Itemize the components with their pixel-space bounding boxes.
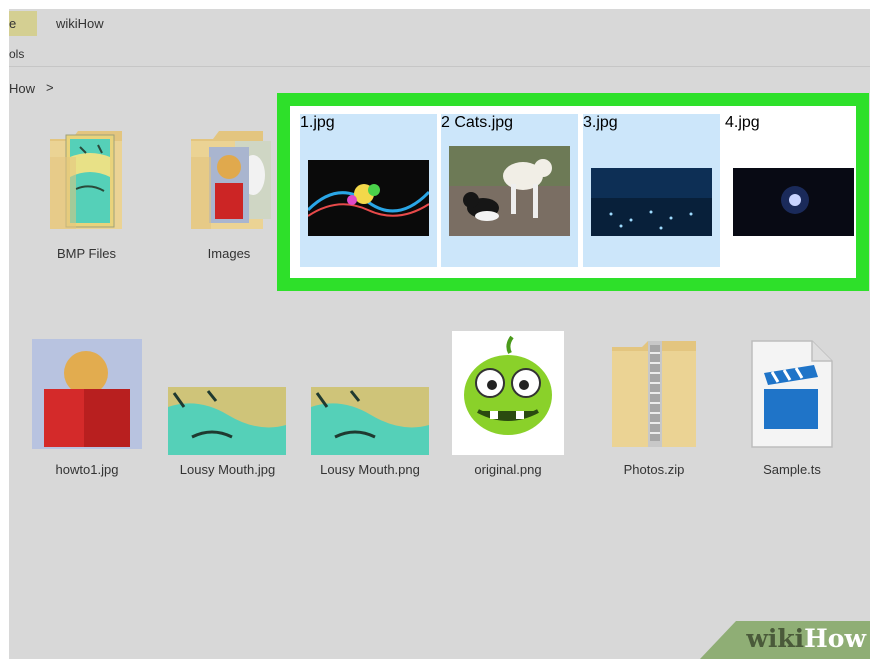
image-thumbnail	[449, 146, 570, 236]
folder-with-images-icon	[191, 131, 271, 229]
file-label: 3.jpg	[583, 114, 618, 131]
video-file-icon	[751, 340, 833, 448]
file-tile-2-cats-jpg[interactable]: 2 Cats.jpg	[441, 114, 578, 267]
folder-with-images-icon	[50, 131, 122, 229]
file-howto1-jpg[interactable]: howto1.jpg	[27, 339, 147, 489]
file-tile-1-jpg[interactable]: 1.jpg	[300, 114, 437, 267]
breadcrumb-separator[interactable]: >	[46, 80, 54, 95]
image-thumbnail	[32, 339, 142, 449]
watermark-part-how: How	[804, 624, 866, 653]
file-label: 1.jpg	[300, 114, 335, 131]
file-label: Lousy Mouth.jpg	[179, 462, 276, 477]
wikihow-watermark: wikiHow	[700, 621, 870, 659]
file-label: howto1.jpg	[55, 462, 119, 477]
file-label: original.png	[474, 462, 542, 477]
file-explorer-window: e wikiHow ols How > BMP Files Images 1.j…	[9, 9, 870, 659]
ribbon-tab-file[interactable]: e	[9, 11, 37, 36]
watermark-part-wiki: wiki	[746, 624, 805, 653]
file-photos-zip[interactable]: Photos.zip	[599, 339, 709, 489]
image-thumbnail	[591, 168, 712, 236]
file-tile-4-jpg[interactable]: 4.jpg	[725, 114, 862, 267]
file-original-png[interactable]: original.png	[449, 331, 567, 489]
file-label: 2 Cats.jpg	[441, 114, 514, 131]
file-lousy-mouth-jpg[interactable]: Lousy Mouth.jpg	[165, 339, 290, 489]
image-thumbnail	[311, 387, 429, 455]
ribbon-tab-label: e	[9, 16, 17, 31]
image-thumbnail	[308, 160, 429, 236]
file-sample-ts[interactable]: Sample.ts	[747, 339, 837, 489]
image-thumbnail	[168, 387, 286, 455]
folder-label: BMP Files	[57, 246, 116, 261]
watermark-text: wikiHow	[746, 624, 866, 653]
image-thumbnail	[733, 168, 854, 236]
window-title: wikiHow	[56, 16, 104, 31]
file-lousy-mouth-png[interactable]: Lousy Mouth.png	[305, 339, 435, 489]
file-label: 4.jpg	[725, 114, 760, 131]
file-label: Photos.zip	[623, 462, 685, 477]
file-label: Sample.ts	[763, 462, 821, 477]
zip-folder-icon	[612, 341, 696, 447]
folder-label: Images	[207, 246, 251, 261]
ribbon-tools-label[interactable]: ols	[9, 47, 24, 61]
file-tile-3-jpg[interactable]: 3.jpg	[583, 114, 720, 267]
folder-images[interactable]: Images	[179, 127, 279, 267]
breadcrumb-item-wikihow[interactable]: How	[9, 81, 35, 96]
folder-bmp-files[interactable]: BMP Files	[39, 127, 134, 267]
image-thumbnail	[452, 331, 564, 455]
ribbon-bar: ols	[9, 40, 870, 67]
title-bar: e wikiHow	[9, 9, 870, 39]
file-label: Lousy Mouth.png	[320, 462, 420, 477]
